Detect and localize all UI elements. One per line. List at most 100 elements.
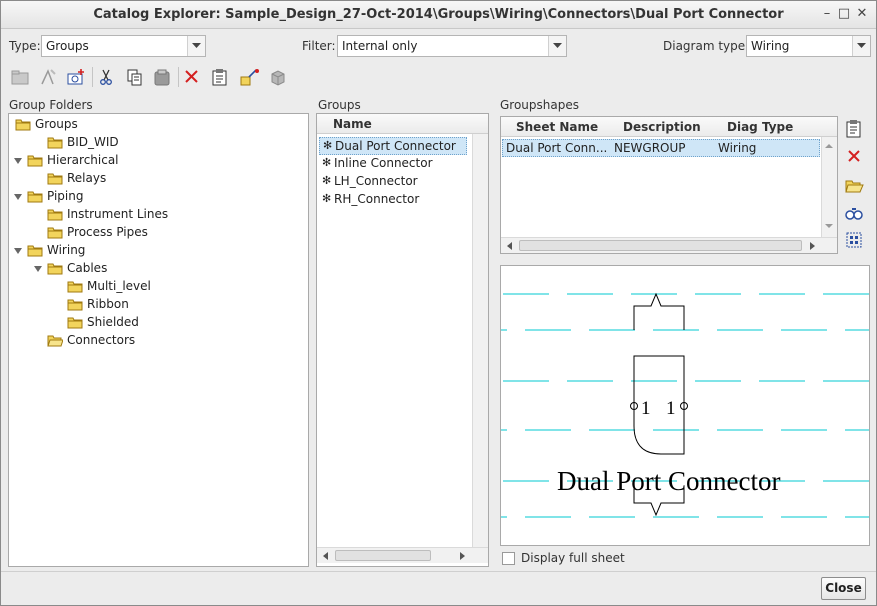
group-item-label: Dual Port Connector xyxy=(335,139,456,153)
left-pin-number: 1 xyxy=(641,398,651,419)
list-item[interactable]: ✻ RH_Connector xyxy=(319,191,467,209)
display-full-sheet-checkbox[interactable] xyxy=(502,552,515,565)
minimize-button[interactable]: – xyxy=(818,5,836,23)
scroll-thumb[interactable] xyxy=(519,240,802,251)
diag-type-column[interactable]: Diag Type xyxy=(727,120,793,134)
groups-title: Groups xyxy=(318,98,361,112)
tree-item-ribbon[interactable]: Ribbon xyxy=(9,296,307,314)
sheet-name-column[interactable]: Sheet Name xyxy=(516,120,598,134)
3d-view-button[interactable] xyxy=(267,66,289,88)
description-column[interactable]: Description xyxy=(623,120,701,134)
maximize-button[interactable]: □ xyxy=(835,5,853,23)
tree-item-hierarchical[interactable]: Hierarchical xyxy=(9,152,307,170)
tree-item-relays[interactable]: Relays xyxy=(9,170,307,188)
tree-item-process-pipes[interactable]: Process Pipes xyxy=(9,224,307,242)
paste-button[interactable] xyxy=(151,66,173,88)
scroll-up-icon[interactable] xyxy=(822,139,836,153)
list-item[interactable]: ✻ LH_Connector xyxy=(319,173,467,191)
diag-type-cell: Wiring xyxy=(718,141,757,155)
name-column-label: Name xyxy=(333,117,372,131)
tree-item-label: Groups xyxy=(35,117,78,131)
group-item-label: RH_Connector xyxy=(334,192,420,206)
scroll-down-icon[interactable] xyxy=(822,219,836,233)
tree-item-label: Ribbon xyxy=(87,297,129,311)
tree-item-label: Cables xyxy=(67,261,108,275)
folder-icon xyxy=(47,262,63,275)
folder-icon xyxy=(27,190,43,203)
type-select[interactable]: Groups xyxy=(41,35,206,57)
properties-button[interactable] xyxy=(209,66,231,88)
tree-item-piping[interactable]: Piping xyxy=(9,188,307,206)
filter-select-value: Internal only xyxy=(342,39,418,53)
find-button[interactable] xyxy=(844,203,866,225)
filter-select[interactable]: Internal only xyxy=(337,35,567,57)
table-row[interactable]: Dual Port Conn... NEWGROUP Wiring xyxy=(502,139,820,157)
add-groupshape-button[interactable] xyxy=(64,66,86,88)
tree-item-wiring[interactable]: Wiring xyxy=(9,242,307,260)
list-item[interactable]: ✻ Inline Connector xyxy=(319,155,467,173)
tree-item-multi-level[interactable]: Multi_level xyxy=(9,278,307,296)
tree-item-label: Piping xyxy=(47,189,84,203)
groups-column-header[interactable]: Name xyxy=(317,114,488,134)
tree-item-bid-wid[interactable]: BID_WID xyxy=(9,134,307,152)
group-item-icon: ✻ xyxy=(322,192,332,205)
groups-list: Name ✻ Dual Port Connector ✻ Inline Connect… xyxy=(316,113,489,567)
copy-button[interactable] xyxy=(123,66,145,88)
new-group-button[interactable] xyxy=(37,66,59,88)
insert-group-button[interactable] xyxy=(238,66,260,88)
group-folders-tree: Groups BID_WID Hierarchical Relays Piping Ins… xyxy=(8,113,309,567)
groups-vertical-scrollbar[interactable] xyxy=(472,134,488,547)
tree-item-groups[interactable]: Groups xyxy=(9,116,307,134)
folder-icon xyxy=(47,208,63,221)
tree-item-shielded[interactable]: Shielded xyxy=(9,314,307,332)
top-port-shape xyxy=(633,292,685,330)
scroll-left-icon[interactable] xyxy=(503,239,517,253)
folder-icon xyxy=(67,298,83,311)
display-full-sheet-label: Display full sheet xyxy=(521,551,625,565)
tree-item-label: BID_WID xyxy=(67,135,119,149)
expand-triangle-icon[interactable] xyxy=(13,155,23,165)
list-item[interactable]: ✻ Dual Port Connector xyxy=(319,137,467,155)
groupshapes-title: Groupshapes xyxy=(500,98,579,112)
delete-groupshape-button[interactable] xyxy=(844,146,866,168)
connector-label: Dual Port Connector xyxy=(557,466,780,496)
description-cell: NEWGROUP xyxy=(614,141,686,155)
folder-icon xyxy=(15,118,31,131)
sheet-name-cell: Dual Port Conn... xyxy=(506,141,608,155)
scroll-right-icon[interactable] xyxy=(455,549,469,563)
diagram-type-select-value: Wiring xyxy=(751,39,790,53)
open-folder-icon xyxy=(844,180,864,198)
groups-horizontal-scrollbar[interactable] xyxy=(317,547,488,563)
diagram-type-select[interactable]: Wiring xyxy=(746,35,871,57)
groupshapes-horizontal-scrollbar[interactable] xyxy=(501,237,837,253)
tree-item-label: Instrument Lines xyxy=(67,207,169,221)
delete-button[interactable] xyxy=(181,66,203,88)
open-groupshape-button[interactable] xyxy=(844,175,866,197)
tree-item-instrument-lines[interactable]: Instrument Lines xyxy=(9,206,307,224)
scroll-thumb[interactable] xyxy=(335,550,431,561)
open-folder-icon xyxy=(47,334,64,347)
folder-icon xyxy=(27,244,43,257)
expand-triangle-icon[interactable] xyxy=(33,263,43,273)
folder-icon xyxy=(27,154,43,167)
groupshape-properties-button[interactable] xyxy=(844,118,866,140)
tree-item-connectors[interactable]: Connectors xyxy=(9,332,307,350)
new-folder-button[interactable] xyxy=(9,66,31,88)
type-label: Type: xyxy=(9,39,41,53)
window-title: Catalog Explorer: Sample_Design_27-Oct-2… xyxy=(93,7,784,22)
scroll-left-icon[interactable] xyxy=(319,549,333,563)
chevron-down-icon xyxy=(187,36,205,56)
tree-item-label: Connectors xyxy=(67,333,136,347)
scroll-right-icon[interactable] xyxy=(805,239,819,253)
close-window-button[interactable]: ✕ xyxy=(853,5,871,23)
group-folders-title: Group Folders xyxy=(9,98,93,112)
close-button[interactable]: Close xyxy=(821,577,866,600)
groupshape-preview: 1 1 Dual Port Connector xyxy=(500,265,870,546)
filter-label: Filter: xyxy=(302,39,336,53)
expand-triangle-icon[interactable] xyxy=(13,245,23,255)
tree-item-cables[interactable]: Cables xyxy=(9,260,307,278)
cut-button[interactable] xyxy=(95,66,117,88)
expand-triangle-icon[interactable] xyxy=(13,191,23,201)
groupshapes-vertical-scrollbar[interactable] xyxy=(821,137,837,237)
select-shapes-button[interactable] xyxy=(844,230,866,252)
